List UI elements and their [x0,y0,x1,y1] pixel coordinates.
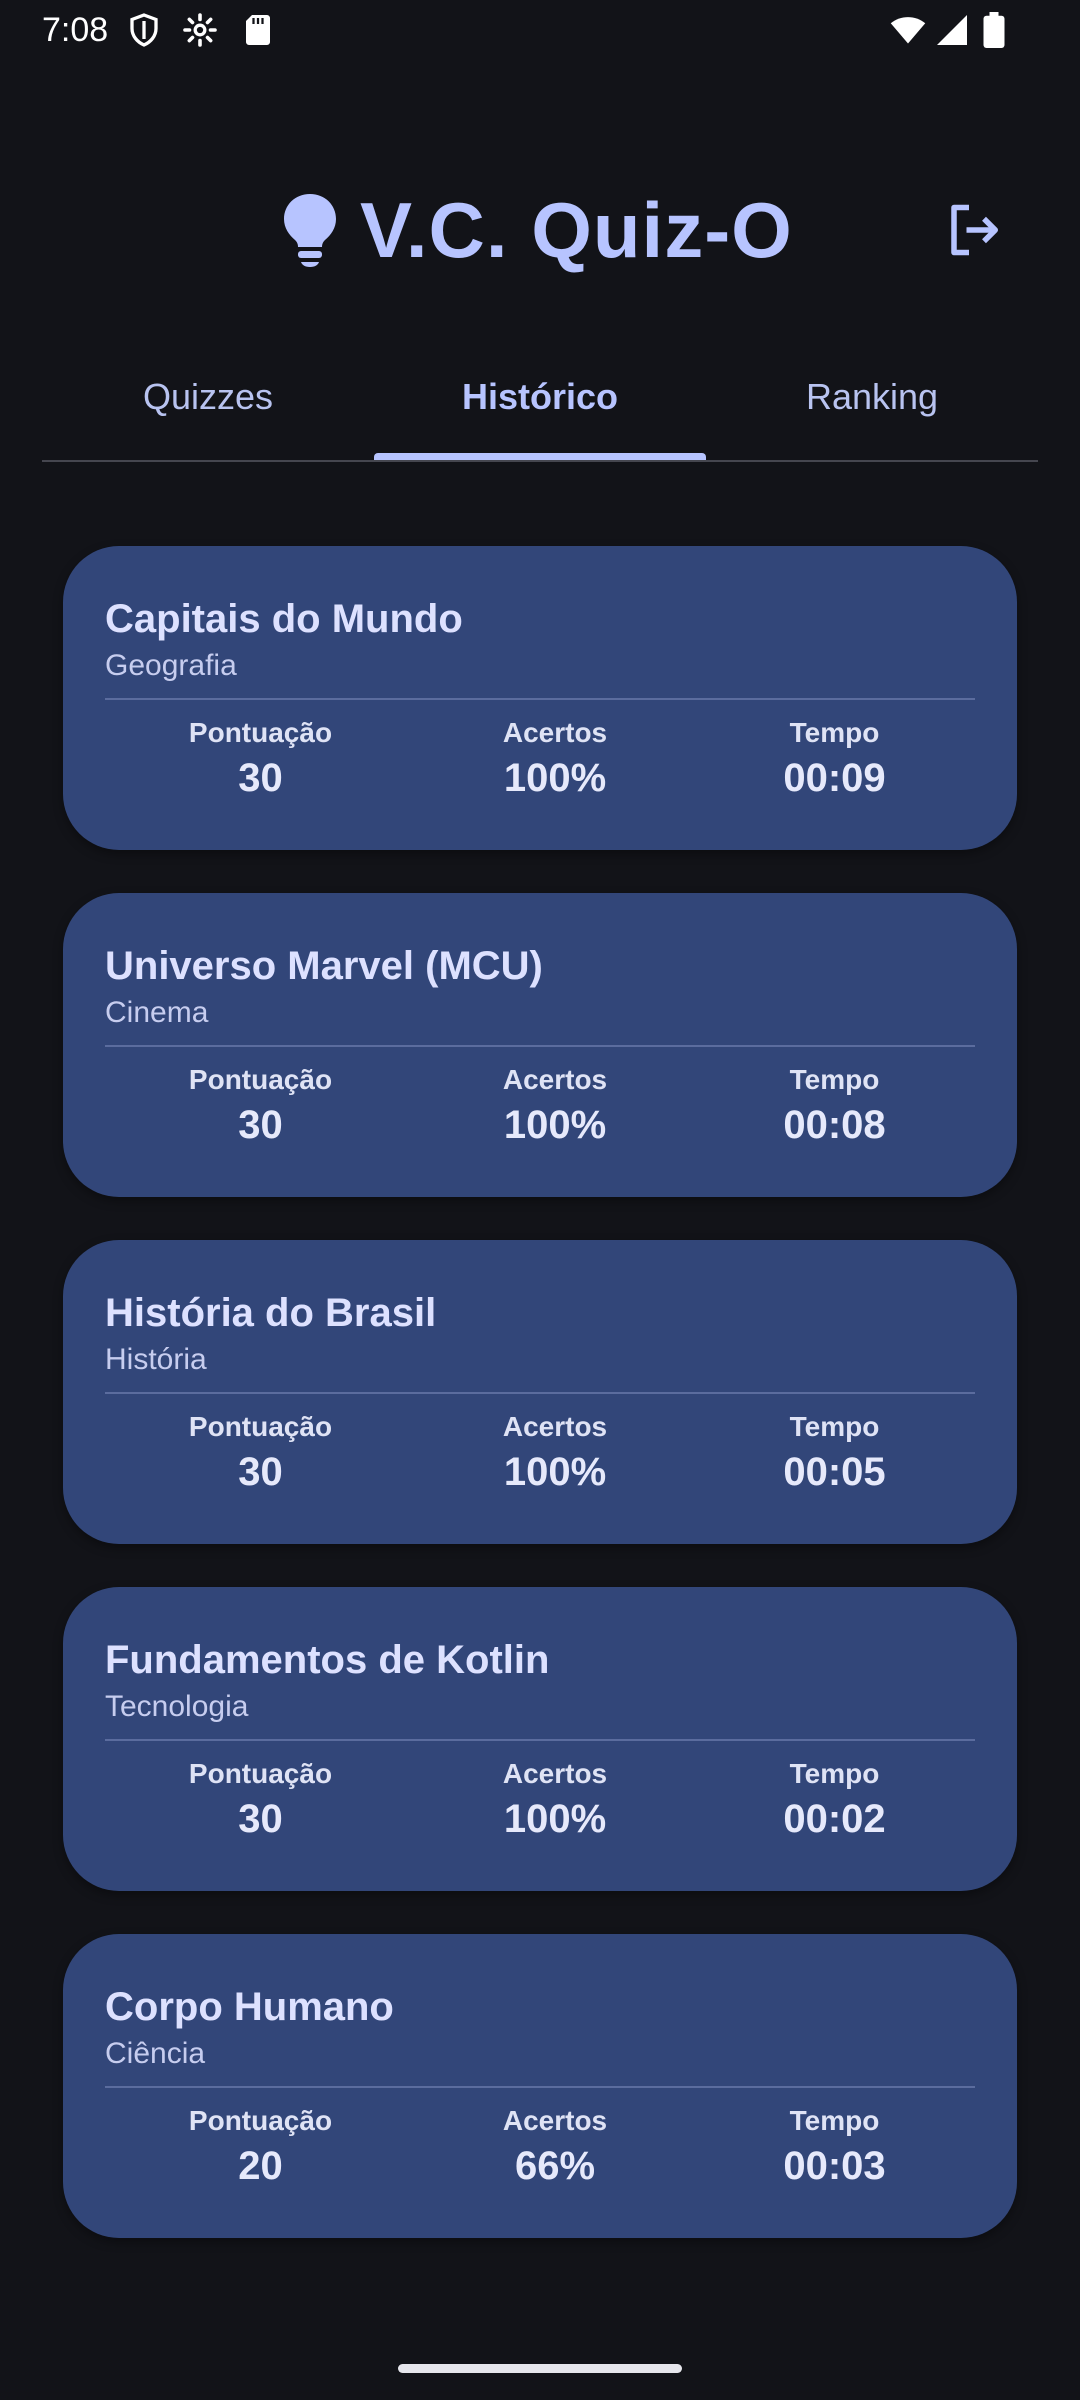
tab-historico[interactable]: Histórico [374,360,706,460]
score-stat: Pontuação 20 [105,2104,416,2190]
accuracy-label: Acertos [502,1064,608,1095]
history-card[interactable]: Corpo Humano Ciência Pontuação 20 Acerto… [63,1934,1017,2238]
lightbulb-icon [282,192,338,268]
time-stat: Tempo 00:03 [694,2104,975,2190]
quiz-title: Fundamentos de Kotlin [105,1638,550,1682]
status-bar: 7:08 [0,0,1080,62]
quiz-category: Tecnologia [105,1690,249,1723]
accuracy-label: Acertos [502,1411,608,1442]
time-value: 00:09 [783,756,886,800]
score-stat: Pontuação 30 [105,716,416,802]
logout-icon [951,204,998,256]
time-label: Tempo [789,717,880,748]
time-value: 00:05 [783,1450,886,1494]
history-card[interactable]: História do Brasil História Pontuação 30… [63,1240,1017,1544]
history-card[interactable]: Universo Marvel (MCU) Cinema Pontuação 3… [63,893,1017,1197]
time-label: Tempo [789,1411,880,1442]
quiz-category: Geografia [105,649,237,682]
accuracy-value: 100% [503,1450,607,1494]
quiz-title: Capitais do Mundo [105,597,463,641]
score-stat: Pontuação 30 [105,1063,416,1149]
accuracy-value: 100% [503,756,607,800]
accuracy-value: 100% [503,1797,607,1841]
signal-icon [934,12,970,48]
history-card[interactable]: Capitais do Mundo Geografia Pontuação 30… [63,546,1017,850]
app-title-group: V.C. Quiz-O [282,170,793,290]
card-divider [105,1045,975,1047]
time-stat: Tempo 00:02 [694,1757,975,1843]
time-value: 00:02 [783,1797,886,1841]
time-label: Tempo [789,1758,880,1789]
score-stat: Pontuação 30 [105,1757,416,1843]
score-label: Pontuação [188,2105,333,2136]
quiz-title: Universo Marvel (MCU) [105,944,543,988]
card-divider [105,2086,975,2088]
time-stat: Tempo 00:08 [694,1063,975,1149]
accuracy-stat: Acertos 100% [416,1410,694,1496]
card-divider [105,1392,975,1394]
score-label: Pontuação [188,1064,333,1095]
gear-icon [182,12,218,48]
score-value: 30 [238,1103,283,1147]
score-stat: Pontuação 30 [105,1410,416,1496]
battery-icon [980,12,1008,48]
accuracy-value: 100% [503,1103,607,1147]
quiz-category: Cinema [105,996,209,1029]
sd-card-icon [240,12,276,48]
time-stat: Tempo 00:05 [694,1410,975,1496]
time-label: Tempo [789,2105,880,2136]
history-list: Capitais do Mundo Geografia Pontuação 30… [63,546,1017,2281]
stats-row: Pontuação 20 Acertos 66% Tempo 00:03 [105,2104,975,2190]
home-indicator[interactable] [398,2364,682,2373]
card-divider [105,1739,975,1741]
accuracy-stat: Acertos 100% [416,1063,694,1149]
accuracy-label: Acertos [502,1758,608,1789]
accuracy-value: 66% [514,2144,596,2188]
score-label: Pontuação [188,1758,333,1789]
shield-icon [126,12,162,48]
app-title: V.C. Quiz-O [360,185,793,274]
score-label: Pontuação [188,717,333,748]
time-value: 00:08 [783,1103,886,1147]
quiz-title: Corpo Humano [105,1985,394,2029]
logout-button[interactable] [944,200,1004,260]
score-value: 30 [238,1450,283,1494]
time-stat: Tempo 00:09 [694,716,975,802]
quiz-category: Ciência [105,2037,206,2070]
tab-quizzes[interactable]: Quizzes [42,360,374,434]
accuracy-stat: Acertos 100% [416,716,694,802]
score-value: 30 [238,756,283,800]
stats-row: Pontuação 30 Acertos 100% Tempo 00:05 [105,1410,975,1496]
card-divider [105,698,975,700]
quiz-category: História [105,1343,207,1376]
stats-row: Pontuação 30 Acertos 100% Tempo 00:08 [105,1063,975,1149]
accuracy-stat: Acertos 66% [416,2104,694,2190]
app-header: V.C. Quiz-O [0,170,1080,290]
tab-bar: Quizzes Histórico Ranking [42,360,1038,462]
accuracy-stat: Acertos 100% [416,1757,694,1843]
time-label: Tempo [789,1064,880,1095]
stats-row: Pontuação 30 Acertos 100% Tempo 00:02 [105,1757,975,1843]
quiz-title: História do Brasil [105,1291,437,1335]
wifi-icon [888,12,928,48]
score-value: 30 [238,1797,283,1841]
status-time: 7:08 [42,11,109,49]
stats-row: Pontuação 30 Acertos 100% Tempo 00:09 [105,716,975,802]
accuracy-label: Acertos [502,2105,608,2136]
accuracy-label: Acertos [502,717,608,748]
score-value: 20 [238,2144,283,2188]
time-value: 00:03 [783,2144,886,2188]
tab-ranking[interactable]: Ranking [706,360,1038,434]
score-label: Pontuação [188,1411,333,1442]
history-card[interactable]: Fundamentos de Kotlin Tecnologia Pontuaç… [63,1587,1017,1891]
